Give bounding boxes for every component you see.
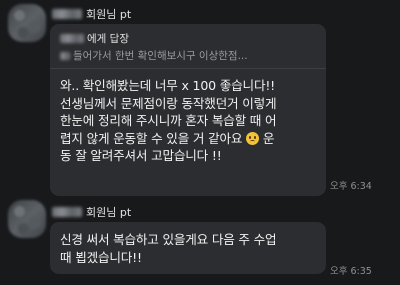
avatar[interactable] [8,200,46,238]
message-bubble[interactable]: 에게 답장 들어가서 한번 확인해보시구 이상한점... 와.. 확인해봤는데 … [50,24,326,196]
reply-divider [50,68,326,69]
sender-suffix: 회원님 pt [86,8,132,21]
reply-label: 에게 답장 [87,33,129,45]
message-time: 오후 6:35 [330,266,372,277]
reply-quote[interactable]: 들어가서 한번 확인해보시구 이상한점... [60,48,316,63]
redacted-name [52,207,82,217]
reply-header: 에게 답장 [60,31,316,46]
redacted-quote-start [60,51,70,60]
message-text: 와.. 확인해봤는데 너무 x 100 좋습니다!! 선생님께서 문제점이랑 동… [60,77,316,165]
message-time: 오후 6:34 [330,181,372,192]
sender-name: 회원님 pt [52,204,131,220]
redacted-reply-target [60,34,84,43]
avatar[interactable] [8,4,46,42]
reply-quote-text: 들어가서 한번 확인해보시구 이상한점... [73,50,248,62]
message-bubble[interactable]: 신경 써서 복습하고 있을게요 다음 주 수업 때 뵙겠습니다!! [50,222,326,274]
message-text-part-1: 와.. 확인해봤는데 너무 x 100 좋습니다!! 선생님께서 문제점이랑 동… [60,78,277,146]
pleading-face-icon [246,131,260,145]
message-text: 신경 써서 복습하고 있을게요 다음 주 수업 때 뵙겠습니다!! [60,232,277,265]
redacted-name [52,9,82,19]
sender-suffix: 회원님 pt [86,206,132,219]
sender-name: 회원님 pt [52,6,131,22]
